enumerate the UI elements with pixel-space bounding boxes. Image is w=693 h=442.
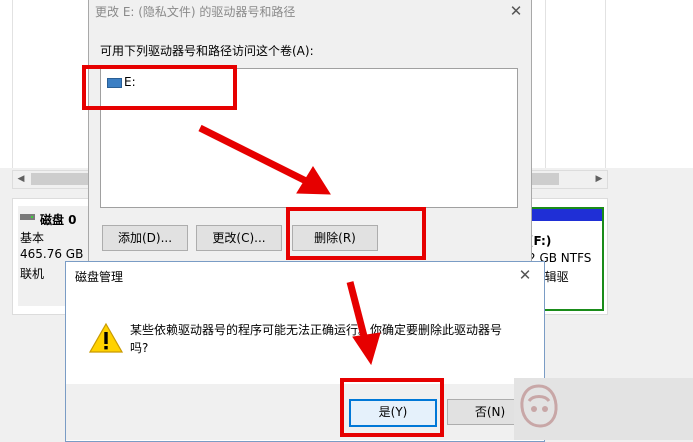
highlight-box <box>82 65 237 110</box>
change-button[interactable]: 更改(C)... <box>196 225 282 251</box>
add-button[interactable]: 添加(D)... <box>102 225 188 251</box>
confirm-message-cont: 吗? <box>130 341 149 355</box>
close-icon[interactable]: ✕ <box>505 0 527 22</box>
scroll-left-icon[interactable]: ◀ <box>13 171 29 188</box>
highlight-box <box>286 207 426 260</box>
disk-icon <box>20 211 36 225</box>
confirm-dialog-title: 磁盘管理 <box>75 270 124 284</box>
disk-type: 基本 <box>20 231 45 245</box>
partition-bar <box>524 209 602 221</box>
list-label: 可用下列驱动器号和路径访问这个卷(A): <box>100 44 314 58</box>
scroll-right-icon[interactable]: ▶ <box>591 171 607 188</box>
confirm-message: 某些依赖驱动器号的程序可能无法正确运行。你确定要删除此驱动器号 <box>130 323 503 337</box>
warning-icon <box>88 322 124 354</box>
disk-name: 磁盘 0 <box>40 213 77 227</box>
disk-size: 465.76 GB <box>20 247 84 261</box>
disk-status: 联机 <box>20 267 45 281</box>
close-icon[interactable]: ✕ <box>514 264 536 286</box>
divider <box>545 0 546 168</box>
highlight-box <box>340 378 444 437</box>
dialog-title: 更改 E: (隐私文件) 的驱动器号和路径 <box>95 5 296 19</box>
logo-icon <box>518 383 560 429</box>
divider <box>605 0 606 168</box>
divider <box>12 0 13 168</box>
